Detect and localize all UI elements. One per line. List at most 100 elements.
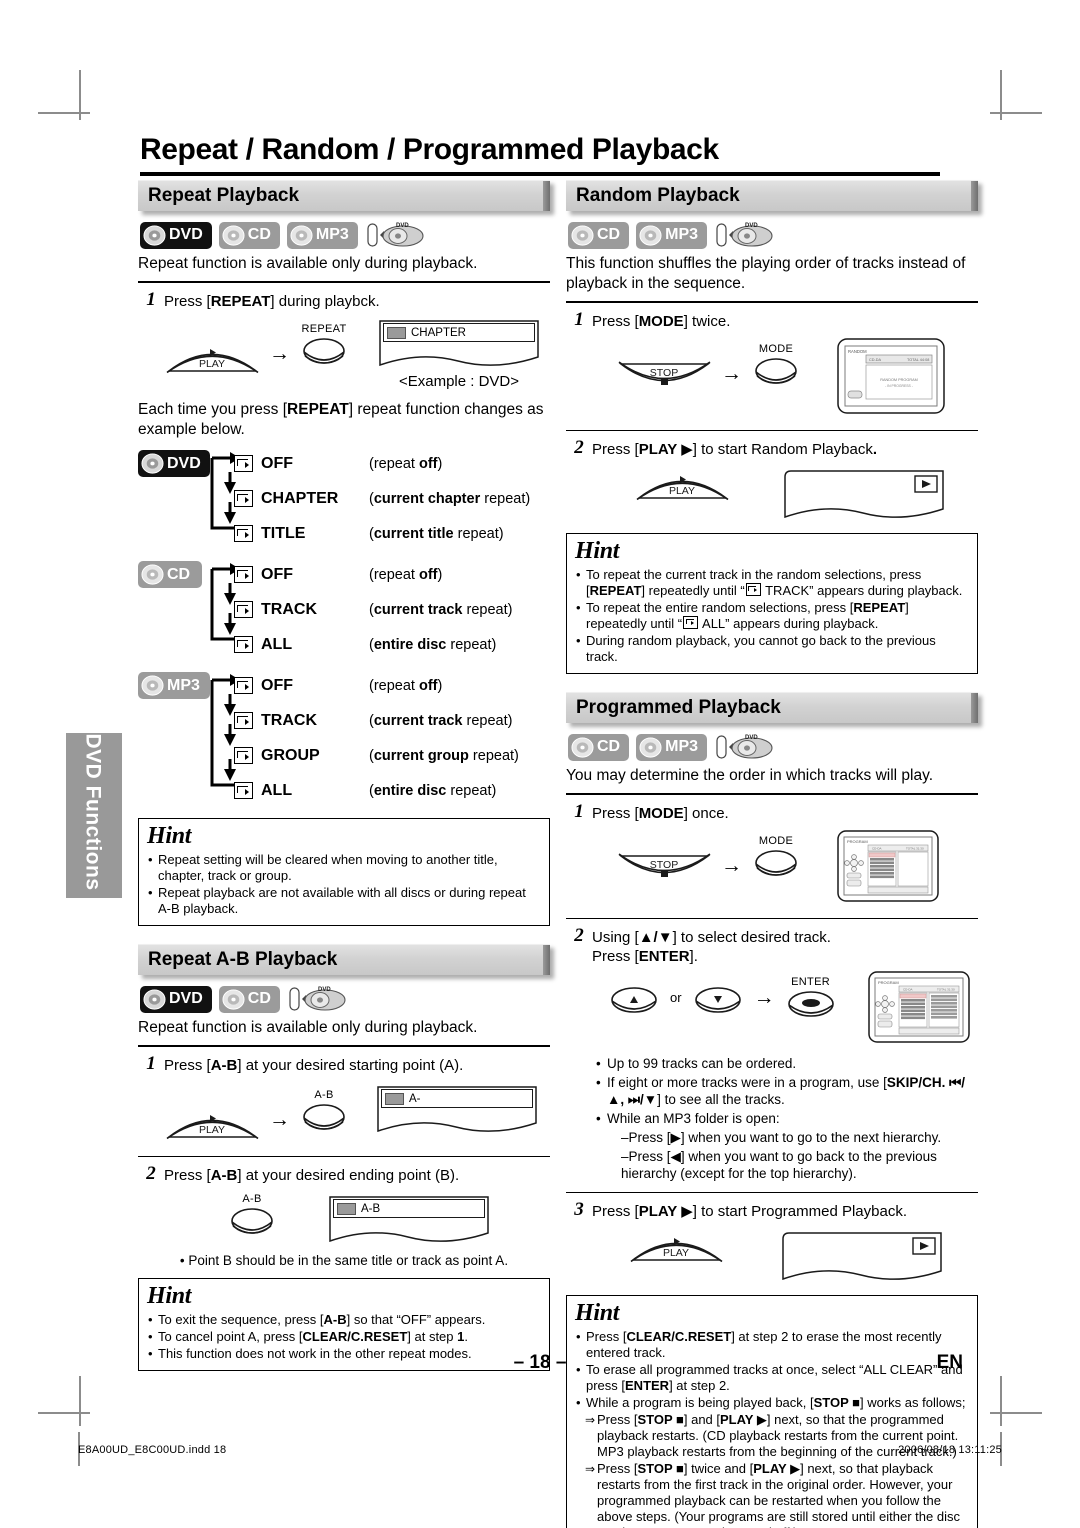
hint-sub-item: Press [STOP ■] twice and [PLAY ▶] next, … <box>575 1461 969 1528</box>
language-code: EN <box>936 1352 963 1373</box>
disc-icon <box>290 224 313 246</box>
osd-screen-program-1: PROGRAM CD-DA TOTAL 31:30 <box>837 830 939 902</box>
ab-button-graphic[interactable] <box>228 1206 276 1239</box>
flow-key: CHAPTER <box>261 489 339 507</box>
disc-icon <box>143 224 166 246</box>
mode-button-label: MODE <box>758 835 794 847</box>
section-header-bar: Repeat Playback <box>138 180 550 211</box>
crop-mark-tr-h <box>990 112 1042 114</box>
arrow-right-icon: → <box>721 362 742 385</box>
svg-text:PROGRAM: PROGRAM <box>878 980 899 985</box>
cd-badge-label: CD <box>597 738 621 755</box>
repeat-ab-note: • Point B should be in the same title or… <box>179 1253 509 1268</box>
osd-playing-indicator <box>782 1232 942 1281</box>
step-number: 1 <box>574 309 584 330</box>
step-number: 2 <box>574 437 584 458</box>
up-button-graphic[interactable] <box>608 985 660 1019</box>
play-button-graphic[interactable]: PLAY <box>166 1106 259 1140</box>
step-text: Press [PLAY ▶] to start Random Playback. <box>592 441 878 458</box>
dvd-badge-label: DVD <box>169 226 203 243</box>
step-number: 3 <box>574 1199 584 1220</box>
crop-mark-br-v <box>1000 1376 1002 1426</box>
programmed-step-3: 3 Press [PLAY ▶] to start Programmed Pla… <box>566 1199 978 1221</box>
manual-page: Repeat / Random / Programmed Playback DV… <box>0 0 1080 1528</box>
video-disc-icon: DVD <box>367 223 424 247</box>
repeat-loop-icon <box>234 782 253 799</box>
divider <box>566 918 978 919</box>
repeat-step-1: 1 Press [REPEAT] during playbck. <box>138 289 550 311</box>
crop-mark-br-h <box>990 1412 1042 1414</box>
play-button-graphic[interactable]: PLAY <box>636 467 729 501</box>
stop-button-graphic[interactable]: STOP <box>618 360 711 394</box>
video-disc-icon: DVD <box>716 223 773 247</box>
hint-title: Hint <box>147 823 192 849</box>
step-text: Press [MODE] once. <box>592 805 729 822</box>
mode-button-graphic[interactable] <box>752 848 800 881</box>
svg-text:CD-DA: CD-DA <box>903 988 913 992</box>
svg-text:PLAY: PLAY <box>669 485 695 497</box>
flow-desc: (current track repeat) <box>369 712 513 729</box>
play-button-graphic[interactable]: PLAY <box>630 1229 723 1263</box>
repeat-button-graphic[interactable] <box>300 336 348 369</box>
svg-text:STOP: STOP <box>650 859 678 871</box>
svg-text:TOTAL 44:08: TOTAL 44:08 <box>907 358 929 362</box>
dvd-disc-badge: DVD <box>138 450 210 477</box>
flow-key: TITLE <box>261 524 306 542</box>
osd-playing-indicator <box>784 470 944 519</box>
osd-field: A- <box>381 1089 533 1108</box>
down-button-graphic[interactable] <box>692 985 744 1019</box>
cd-badge-label: CD <box>167 565 191 583</box>
step-text: Press [PLAY ▶] to start Programmed Playb… <box>592 1203 907 1220</box>
hint-title: Hint <box>575 538 620 564</box>
cd-badge-label: CD <box>247 226 271 243</box>
svg-text:DVD: DVD <box>318 987 331 993</box>
enter-button-graphic[interactable] <box>785 989 837 1023</box>
footer-filename: E8A00UD_E8C00UD.indd 18 <box>78 1444 227 1456</box>
hint-item: While a program is being played back, [S… <box>575 1395 969 1411</box>
osd-display-a: A- <box>374 1083 540 1137</box>
footer-timestamp: 2006/08/18 13:11:25 <box>898 1444 1002 1456</box>
title-rule <box>140 172 940 176</box>
section-header-bar: Repeat A-B Playback <box>138 944 550 975</box>
step-number: 2 <box>146 1163 156 1184</box>
step-number: 2 <box>574 925 584 946</box>
disc-icon <box>639 736 662 758</box>
cd-disc-badge: CD <box>218 221 280 249</box>
disc-icon <box>222 988 245 1010</box>
svg-text:RANDOM PROGRAM: RANDOM PROGRAM <box>880 378 918 382</box>
section-repeat-playback: Repeat Playback <box>138 180 550 211</box>
disc-icon <box>141 675 164 696</box>
page-number: – 18 – <box>513 1352 567 1373</box>
disc-badges-repeat-ab: DVD CD DVD <box>140 984 550 1014</box>
disc-icon <box>639 224 662 246</box>
section-tab-label: DVD Functions <box>81 733 105 891</box>
flow-key: OFF <box>261 565 293 583</box>
mode-button-graphic[interactable] <box>752 356 800 389</box>
svg-text:PROGRAM: PROGRAM <box>847 839 868 844</box>
section-title: Repeat Playback <box>148 185 300 206</box>
play-button-graphic[interactable]: PLAY <box>166 340 259 374</box>
svg-text:- IN PROGRESS -: - IN PROGRESS - <box>885 384 913 388</box>
ab-button-graphic[interactable] <box>300 1102 348 1135</box>
step-text: Press [A-B] at your desired starting poi… <box>164 1057 464 1074</box>
repeat-each-time-text: Each time you press [REPEAT] repeat func… <box>138 401 544 438</box>
repeat-ab-note-text: Point B should be in the same title or t… <box>188 1253 509 1268</box>
ab-button-label: A-B <box>242 1193 262 1205</box>
flow-key: OFF <box>261 454 293 472</box>
stop-button-graphic[interactable]: STOP <box>618 852 711 886</box>
page-title: Repeat / Random / Programmed Playback <box>140 133 719 166</box>
step-number: 1 <box>146 289 156 310</box>
mp3-disc-badge: MP3 <box>636 733 708 761</box>
svg-text:STOP: STOP <box>650 367 678 379</box>
osd-screen-program-2: PROGRAM CD-DA TOTAL 31:30 <box>867 971 970 1043</box>
flow-key: GROUP <box>261 746 320 764</box>
flow-row: GROUP (current group repeat) <box>204 738 550 773</box>
osd-display-ab: A-B <box>326 1193 492 1247</box>
programmed-intro: You may determine the order in which tra… <box>566 767 933 784</box>
flow-desc: (entire disc repeat) <box>369 782 497 799</box>
flow-desc: (current group repeat) <box>369 747 519 764</box>
section-title: Repeat A-B Playback <box>148 949 338 970</box>
svg-text:CD-DA: CD-DA <box>869 358 881 362</box>
programmed-bullet: Up to 99 tracks can be ordered. <box>594 1055 978 1072</box>
repeat-loop-icon <box>234 566 253 583</box>
